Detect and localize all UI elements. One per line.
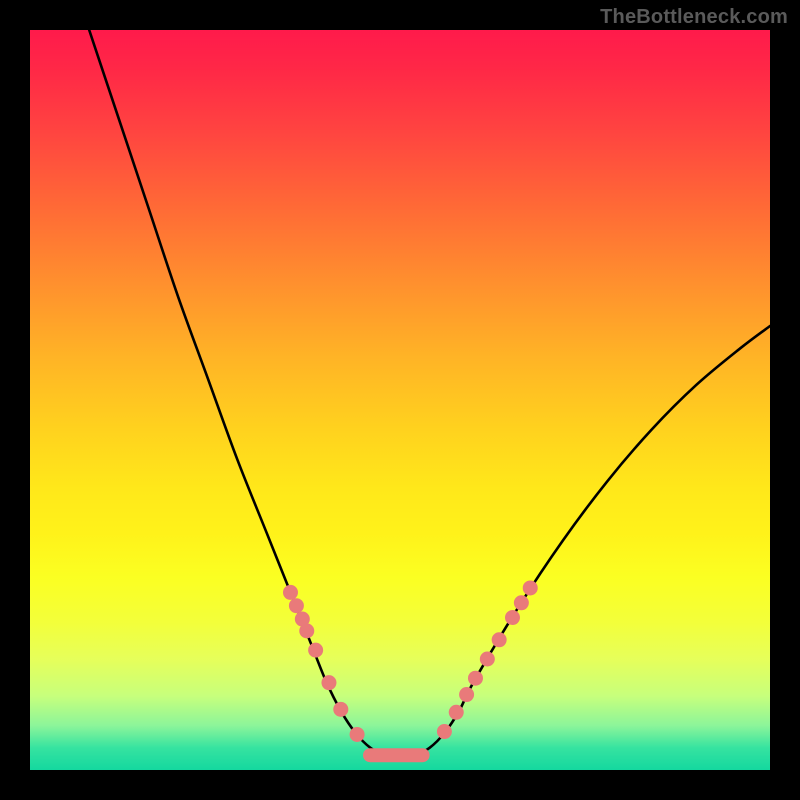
- chart-stage: TheBottleneck.com: [0, 0, 800, 800]
- curve-marker: [459, 687, 474, 702]
- plot-area: [30, 30, 770, 770]
- markers-right: [437, 580, 538, 739]
- plateau-bar: [363, 748, 430, 762]
- markers-left: [283, 585, 365, 742]
- curve-marker: [523, 580, 538, 595]
- curve-marker: [333, 702, 348, 717]
- curve-marker: [289, 598, 304, 613]
- curve-marker: [308, 643, 323, 658]
- curve-marker: [299, 623, 314, 638]
- curve-marker: [492, 632, 507, 647]
- plateau-segment: [363, 748, 430, 762]
- curve-marker: [321, 675, 336, 690]
- chart-svg: [30, 30, 770, 770]
- curve-layer: [89, 30, 770, 756]
- curve-marker: [514, 595, 529, 610]
- curve-marker: [449, 705, 464, 720]
- curve-marker: [505, 610, 520, 625]
- curve-marker: [437, 724, 452, 739]
- curve-marker: [283, 585, 298, 600]
- bottleneck-curve: [89, 30, 770, 756]
- watermark-label: TheBottleneck.com: [600, 6, 788, 29]
- curve-marker: [350, 727, 365, 742]
- curve-marker: [468, 671, 483, 686]
- curve-marker: [480, 652, 495, 667]
